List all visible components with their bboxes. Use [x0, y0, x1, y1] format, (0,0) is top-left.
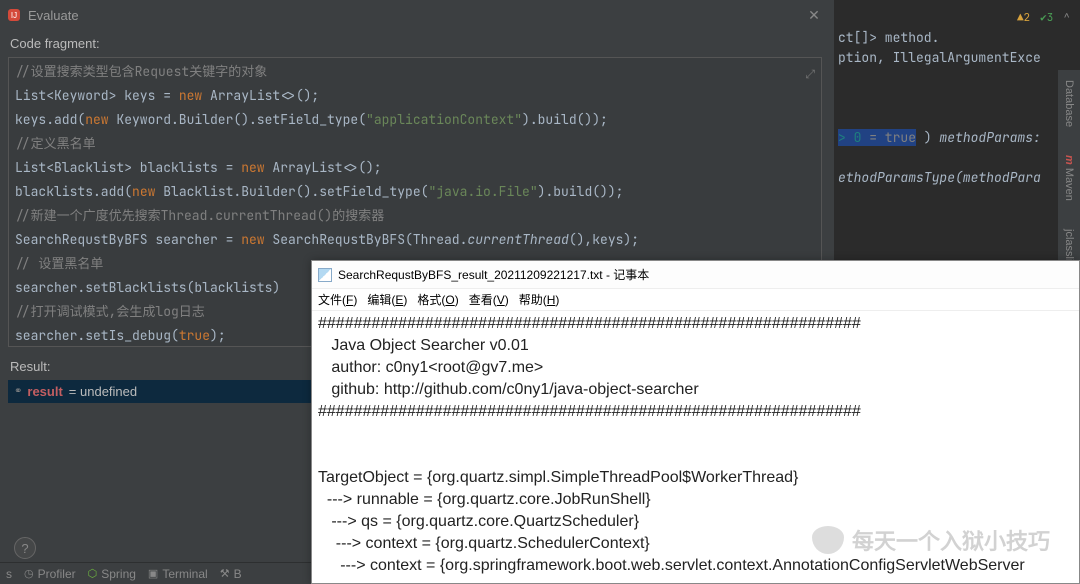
- maven-tab[interactable]: m Maven: [1061, 151, 1077, 205]
- intellij-icon: IJ: [8, 9, 20, 21]
- ok-icon: ✔3: [1040, 8, 1053, 28]
- result-variable: result: [27, 384, 62, 399]
- notepad-title-text: SearchRequstByBFS_result_20211209221217.…: [338, 266, 649, 283]
- build-icon: ⚒: [220, 567, 230, 580]
- notepad-content[interactable]: ########################################…: [312, 311, 1079, 579]
- spring-icon: ⬡: [88, 567, 98, 580]
- close-icon[interactable]: ✕: [806, 7, 822, 23]
- chevron-icon: ^: [1063, 8, 1070, 28]
- menu-format[interactable]: 格式(O): [417, 291, 458, 308]
- terminal-icon: ▣: [148, 567, 158, 580]
- maven-icon: m: [1063, 155, 1075, 165]
- notepad-icon: [318, 268, 332, 282]
- warn-icon: ▲2: [1017, 8, 1030, 28]
- profiler-icon: ◷: [24, 567, 34, 580]
- inspection-status: ▲2 ✔3 ^: [834, 8, 1080, 28]
- terminal-tab[interactable]: ▣Terminal: [148, 567, 208, 581]
- result-value: = undefined: [69, 384, 137, 399]
- menu-edit[interactable]: 编辑(E): [367, 291, 407, 308]
- profiler-tab[interactable]: ◷Profiler: [24, 567, 76, 581]
- notepad-menubar: 文件(F) 编辑(E) 格式(O) 查看(V) 帮助(H): [312, 289, 1079, 311]
- code-fragment-label: Code fragment:: [0, 30, 830, 57]
- menu-help[interactable]: 帮助(H): [519, 291, 560, 308]
- menu-file[interactable]: 文件(F): [318, 291, 357, 308]
- bottom-tab-5[interactable]: ⚒B: [220, 567, 242, 581]
- database-tab[interactable]: Database: [1061, 76, 1077, 131]
- spring-tab[interactable]: ⬡Spring: [88, 567, 136, 581]
- dialog-titlebar[interactable]: IJ Evaluate ✕: [0, 0, 830, 30]
- dialog-title: Evaluate: [28, 8, 79, 23]
- notepad-titlebar[interactable]: SearchRequstByBFS_result_20211209221217.…: [312, 261, 1079, 289]
- expand-icon[interactable]: ⤢: [805, 62, 815, 86]
- help-button[interactable]: ?: [14, 537, 36, 559]
- right-toolwindow-tabs: Database m Maven jclasslib: [1058, 70, 1080, 271]
- menu-view[interactable]: 查看(V): [469, 291, 509, 308]
- notepad-window[interactable]: SearchRequstByBFS_result_20211209221217.…: [311, 260, 1080, 584]
- bottom-tab-1[interactable]: s: [6, 567, 12, 581]
- link-icon: ⚭: [14, 386, 21, 397]
